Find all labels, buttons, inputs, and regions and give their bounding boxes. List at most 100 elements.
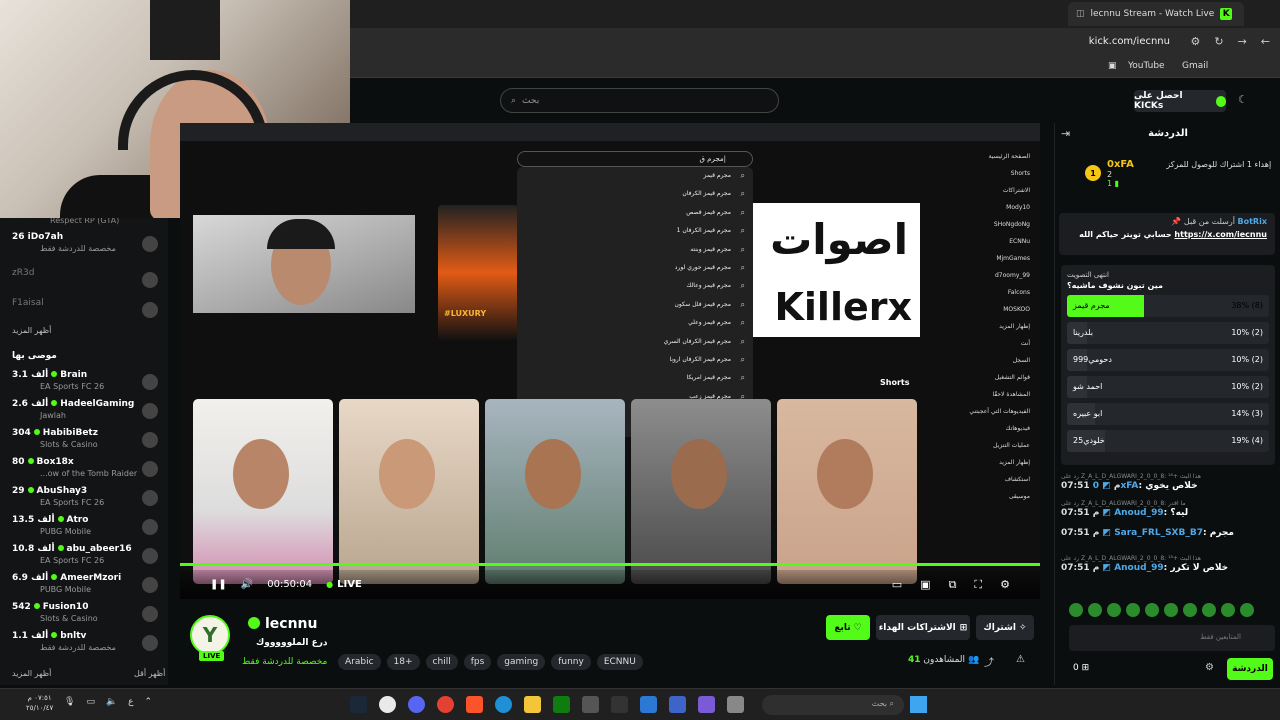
language-icon[interactable]: ع: [128, 697, 133, 707]
chat-message[interactable]: رد على Z_A_L_D_ALGWARI_2_0_0_8: ما اقدر 0…: [1061, 500, 1275, 527]
back-icon[interactable]: ←: [1261, 35, 1270, 48]
emote[interactable]: [1107, 603, 1121, 617]
xbox-icon[interactable]: [553, 696, 570, 713]
outlook-icon[interactable]: [640, 696, 657, 713]
sidebar-item-recommended[interactable]: 542 Fusion10 Slots & Casino: [12, 602, 162, 630]
emote[interactable]: [1145, 603, 1159, 617]
taskbar-search[interactable]: بحث ⌕: [762, 695, 904, 715]
browser-tab[interactable]: ◫ lecnnu Stream - Watch Live K: [1068, 2, 1244, 26]
clip-icon[interactable]: ▭: [892, 578, 902, 592]
tag-chip[interactable]: chill: [425, 654, 458, 670]
chrome-icon[interactable]: [437, 696, 454, 713]
tag-chip[interactable]: 18+: [386, 654, 420, 670]
pip-icon[interactable]: ⧉: [949, 578, 957, 592]
copilot-icon[interactable]: [698, 696, 715, 713]
folder-icon[interactable]: [524, 696, 541, 713]
reload-icon[interactable]: ↻: [1214, 35, 1223, 48]
sidebar-item-recommended[interactable]: 6.9 ألف AmeerMzori PUBG Mobile: [12, 573, 162, 601]
video-player[interactable]: مجرم ق| #LUXURY اصوات Killerx مجرم قيمزم…: [180, 123, 1040, 599]
pause-icon[interactable]: ❚❚: [210, 579, 227, 590]
bookmark-gmail[interactable]: Gmail: [1182, 61, 1208, 71]
url-text[interactable]: kick.com/iecnnu: [1089, 36, 1170, 47]
gift-subs-button[interactable]: الاشتراكات الهداء ⊞: [876, 615, 970, 640]
steam-icon[interactable]: [350, 696, 367, 713]
show-more-link-2[interactable]: أظهر المزيد: [12, 669, 51, 678]
recommended-title: موصى بها: [12, 351, 57, 361]
tray-expand-icon[interactable]: ⌃: [145, 697, 153, 707]
moon-icon[interactable]: ☾: [1238, 93, 1248, 106]
ctrl-app-icon[interactable]: [611, 696, 628, 713]
chat-message[interactable]: رد على Z_A_L_D_ALGWARI_2_0_0_8: ¹⁸+ هذا …: [1061, 473, 1275, 500]
progress-bar[interactable]: [180, 563, 1040, 566]
emote[interactable]: [1164, 603, 1178, 617]
subscribe-button[interactable]: اشتراك ✧: [976, 615, 1034, 640]
avatar: [142, 403, 158, 419]
message-user[interactable]: Anoud_99: [1114, 563, 1163, 573]
volume-tray-icon[interactable]: 🔈: [106, 697, 117, 707]
sidebar-item-f1aisal[interactable]: F1aisal: [12, 298, 162, 326]
start-icon[interactable]: [910, 696, 927, 713]
sidebar-item-recommended[interactable]: 304 HabibiBetz Slots & Casino: [12, 428, 162, 456]
edge-icon[interactable]: [495, 696, 512, 713]
follow-button[interactable]: تابع ♡: [826, 615, 870, 640]
search-input[interactable]: ⌕ بحث: [500, 88, 779, 113]
mic-icon[interactable]: 🎙: [64, 697, 75, 707]
volume-icon[interactable]: 🔊: [241, 579, 253, 590]
pinned-link[interactable]: https://x.com/iecnnu: [1174, 230, 1267, 239]
task-view-icon[interactable]: [727, 696, 744, 713]
stream-category[interactable]: مخصصة للدردشة فقط: [242, 657, 327, 667]
show-less-link[interactable]: أظهر أقل: [134, 669, 165, 678]
show-more-link[interactable]: أظهر المزيد: [12, 326, 51, 335]
forward-icon[interactable]: →: [1238, 35, 1247, 48]
emote[interactable]: [1183, 603, 1197, 617]
share-icon[interactable]: ⤴: [984, 654, 994, 669]
chat-settings-icon[interactable]: ⚙: [1205, 662, 1214, 673]
sidebar-item-recommended[interactable]: 3.1 ألف Brain EA Sports FC 26: [12, 370, 162, 398]
message-user[interactable]: Anoud_99: [1114, 508, 1163, 518]
tag-chip[interactable]: Arabic: [338, 654, 381, 670]
tag-chip[interactable]: gaming: [497, 654, 546, 670]
message-user[interactable]: Sara_FRL_SXB_B7: [1114, 528, 1203, 538]
brave-icon[interactable]: [466, 696, 483, 713]
store-icon[interactable]: [669, 696, 686, 713]
pinned-message[interactable]: 📌 أرسلت من قبل BotRix حسابي تويتر حياكم …: [1059, 213, 1275, 255]
taskbar-clock[interactable]: ٠٧:٥١ م ٢٥/١٠/٤٧: [26, 693, 53, 713]
sidebar-item-recommended[interactable]: 1.1 ألف bnltv مخصصة للدردشة فقط: [12, 631, 162, 659]
settings-icon[interactable]: ⚙: [1000, 578, 1010, 592]
bookmark-youtube[interactable]: YouTube: [1128, 61, 1165, 71]
discord-icon[interactable]: [408, 696, 425, 713]
sidebar-item-recommended[interactable]: 29 AbuShay3 EA Sports FC 26: [12, 486, 162, 514]
tag-chip[interactable]: funny: [551, 654, 591, 670]
sidebar-item-recommended[interactable]: 13.5 ألف Atro PUBG Mobile: [12, 515, 162, 543]
sidebar-item-label: 80 Box18x: [12, 457, 74, 467]
tag-chip[interactable]: fps: [463, 654, 492, 670]
theater-icon[interactable]: ▣: [920, 578, 930, 592]
chat-send-button[interactable]: الدردشة: [1227, 658, 1273, 680]
emote[interactable]: [1088, 603, 1102, 617]
emote[interactable]: [1069, 603, 1083, 617]
app-icon[interactable]: [582, 696, 599, 713]
obs-icon[interactable]: [379, 696, 396, 713]
translate-icon[interactable]: ▣: [1108, 61, 1117, 71]
chat-message[interactable]: رد على Z_A_L_D_ALGWARI_2_0_0_8: ¹⁸+ هذا …: [1061, 555, 1275, 582]
get-kicks-button[interactable]: احصل على KICKs: [1134, 90, 1226, 112]
sidebar-item-recommended[interactable]: 80 Box18x ...ow of the Tomb Raider: [12, 457, 162, 485]
sidebar-item-zr3d[interactable]: zR3d: [12, 268, 162, 296]
channel-avatar[interactable]: Y: [190, 615, 230, 655]
emote[interactable]: [1126, 603, 1140, 617]
chat-input[interactable]: المتابعين فقط: [1069, 625, 1275, 651]
fullscreen-icon[interactable]: ⛶: [974, 578, 982, 592]
site-settings-icon[interactable]: ⚙: [1190, 35, 1200, 48]
chat-message[interactable]: 07:51 م ◩ Sara_FRL_SXB_B7: مجرم: [1061, 528, 1275, 555]
emote[interactable]: [1240, 603, 1254, 617]
sidebar-item-recommended[interactable]: 10.8 ألف abu_abeer16 EA Sports FC 26: [12, 544, 162, 572]
live-dot-icon: [33, 603, 40, 609]
battery-icon[interactable]: ▭: [86, 697, 95, 707]
report-icon[interactable]: ⚠: [1016, 654, 1025, 665]
sidebar-item-ido7ah[interactable]: 26 iDo7ah مخصصة للدردشة فقط: [12, 232, 162, 260]
emote[interactable]: [1202, 603, 1216, 617]
sidebar-item-recommended[interactable]: 2.6 ألف HadeelGaming Jawlah: [12, 399, 162, 427]
channel-name[interactable]: lecnnu: [248, 616, 318, 632]
emote[interactable]: [1221, 603, 1235, 617]
tag-chip[interactable]: ECNNU: [596, 654, 643, 670]
